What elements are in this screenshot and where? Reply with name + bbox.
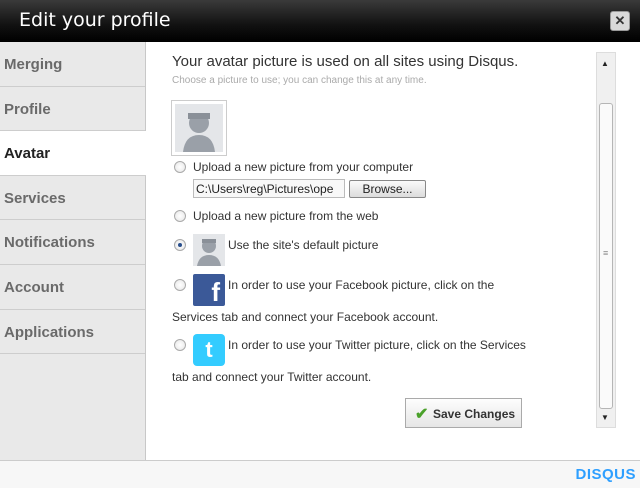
page-subtitle: Choose a picture to use; you can change …: [172, 75, 427, 86]
twitter-instruction-line1: In order to use your Twitter picture, cl…: [228, 338, 526, 352]
close-button[interactable]: ✕: [610, 11, 630, 31]
sidebar: Merging Profile Avatar Services Notifica…: [0, 42, 146, 460]
disqus-logo[interactable]: DISQUS: [575, 466, 636, 483]
sidebar-item-avatar[interactable]: Avatar: [0, 131, 146, 176]
scrollbar-thumb[interactable]: ≡: [599, 103, 613, 409]
vertical-scrollbar[interactable]: ▲ ≡ ▼: [596, 52, 616, 428]
sidebar-item-services[interactable]: Services: [0, 176, 145, 221]
site-default-label: Use the site's default picture: [228, 238, 379, 252]
radio-upload-computer[interactable]: [174, 161, 186, 173]
sidebar-item-notifications[interactable]: Notifications: [0, 220, 145, 265]
sidebar-item-applications[interactable]: Applications: [0, 310, 145, 355]
sidebar-item-merging[interactable]: Merging: [0, 42, 145, 87]
radio-facebook[interactable]: [174, 279, 186, 291]
save-changes-button[interactable]: ✔ Save Changes: [405, 398, 522, 428]
twitter-icon: t: [193, 334, 225, 366]
save-changes-label: Save Changes: [433, 407, 516, 421]
scroll-up-arrow-icon[interactable]: ▲: [601, 59, 609, 68]
scroll-grip-icon: ≡: [603, 248, 609, 258]
footer: DISQUS: [0, 460, 640, 488]
radio-site-default[interactable]: [174, 239, 186, 251]
avatar-panel: Your avatar picture is used on all sites…: [146, 42, 596, 460]
page-title: Your avatar picture is used on all sites…: [172, 53, 519, 70]
current-avatar: [171, 100, 227, 156]
site-default-avatar-icon: [193, 234, 225, 266]
browse-button[interactable]: Browse...: [349, 180, 426, 198]
title-bar: Edit your profile ✕: [0, 0, 640, 42]
scroll-down-arrow-icon[interactable]: ▼: [601, 413, 609, 422]
upload-computer-label: Upload a new picture from your computer: [193, 160, 414, 174]
facebook-instruction-line1: In order to use your Facebook picture, c…: [228, 278, 495, 292]
file-path-input[interactable]: C:\Users\reg\Pictures\ope: [193, 179, 345, 198]
radio-twitter[interactable]: [174, 339, 186, 351]
facebook-icon: f: [193, 274, 225, 307]
window-title: Edit your profile: [19, 9, 171, 31]
facebook-instruction-line2: Services tab and connect your Facebook a…: [172, 310, 439, 324]
checkmark-icon: ✔: [415, 406, 429, 423]
close-icon: ✕: [614, 13, 626, 28]
radio-upload-web[interactable]: [174, 210, 186, 222]
default-avatar-icon: [175, 104, 223, 152]
sidebar-item-profile[interactable]: Profile: [0, 87, 145, 132]
upload-web-label: Upload a new picture from the web: [193, 209, 379, 223]
sidebar-item-account[interactable]: Account: [0, 265, 145, 310]
twitter-instruction-line2: tab and connect your Twitter account.: [172, 370, 372, 384]
